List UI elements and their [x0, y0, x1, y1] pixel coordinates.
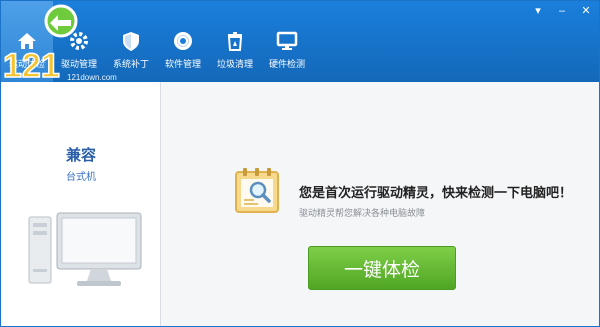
tab-software-management-label: 软件管理 — [164, 60, 201, 70]
first-run-subline: 驱动精灵帮您解决各种电脑故障 — [299, 209, 426, 219]
app-window: 驱动体检 驱动管理 系统补丁 软件管理 垃圾清理 硬件检测 121 121dow… — [0, 0, 600, 327]
recycle-bin-icon — [227, 32, 243, 51]
device-title: 兼容 — [65, 146, 96, 164]
device-panel: 兼容 台式机 — [1, 82, 161, 326]
checkup-panel: 您是首次运行驱动精灵，快来检测一下电脑吧！ 驱动精灵帮您解决各种电脑故障 一键体… — [161, 82, 599, 326]
minimize-button[interactable]: ‒ — [555, 5, 569, 17]
tab-junk-cleanup-label: 垃圾清理 — [216, 60, 253, 70]
device-type: 台式机 — [66, 172, 96, 183]
one-click-checkup-button[interactable]: 一键体检 — [308, 246, 456, 290]
menu-dropdown-button[interactable]: ▾ — [531, 5, 545, 17]
desktop-computer-icon — [28, 212, 142, 286]
tab-hardware-detection[interactable]: 硬件检测 — [261, 1, 313, 82]
window-controls: ▾ ‒ ✕ — [531, 5, 593, 17]
disc-icon — [174, 32, 192, 50]
watermark-site: 121down.com — [67, 73, 117, 82]
close-button[interactable]: ✕ — [579, 5, 593, 17]
tab-software-management[interactable]: 软件管理 — [157, 1, 209, 82]
watermark-logo: 121 121down.com — [2, 4, 117, 82]
tab-hardware-detection-label: 硬件检测 — [268, 60, 305, 70]
monitor-icon — [276, 31, 298, 50]
first-run-headline: 您是首次运行驱动精灵，快来检测一下电脑吧！ — [299, 186, 573, 201]
top-toolbar: 驱动体检 驱动管理 系统补丁 软件管理 垃圾清理 硬件检测 121 121dow… — [1, 1, 599, 82]
tab-junk-cleanup[interactable]: 垃圾清理 — [209, 1, 261, 82]
watermark-number: 121 — [3, 47, 60, 82]
calendar-check-icon — [235, 168, 279, 213]
